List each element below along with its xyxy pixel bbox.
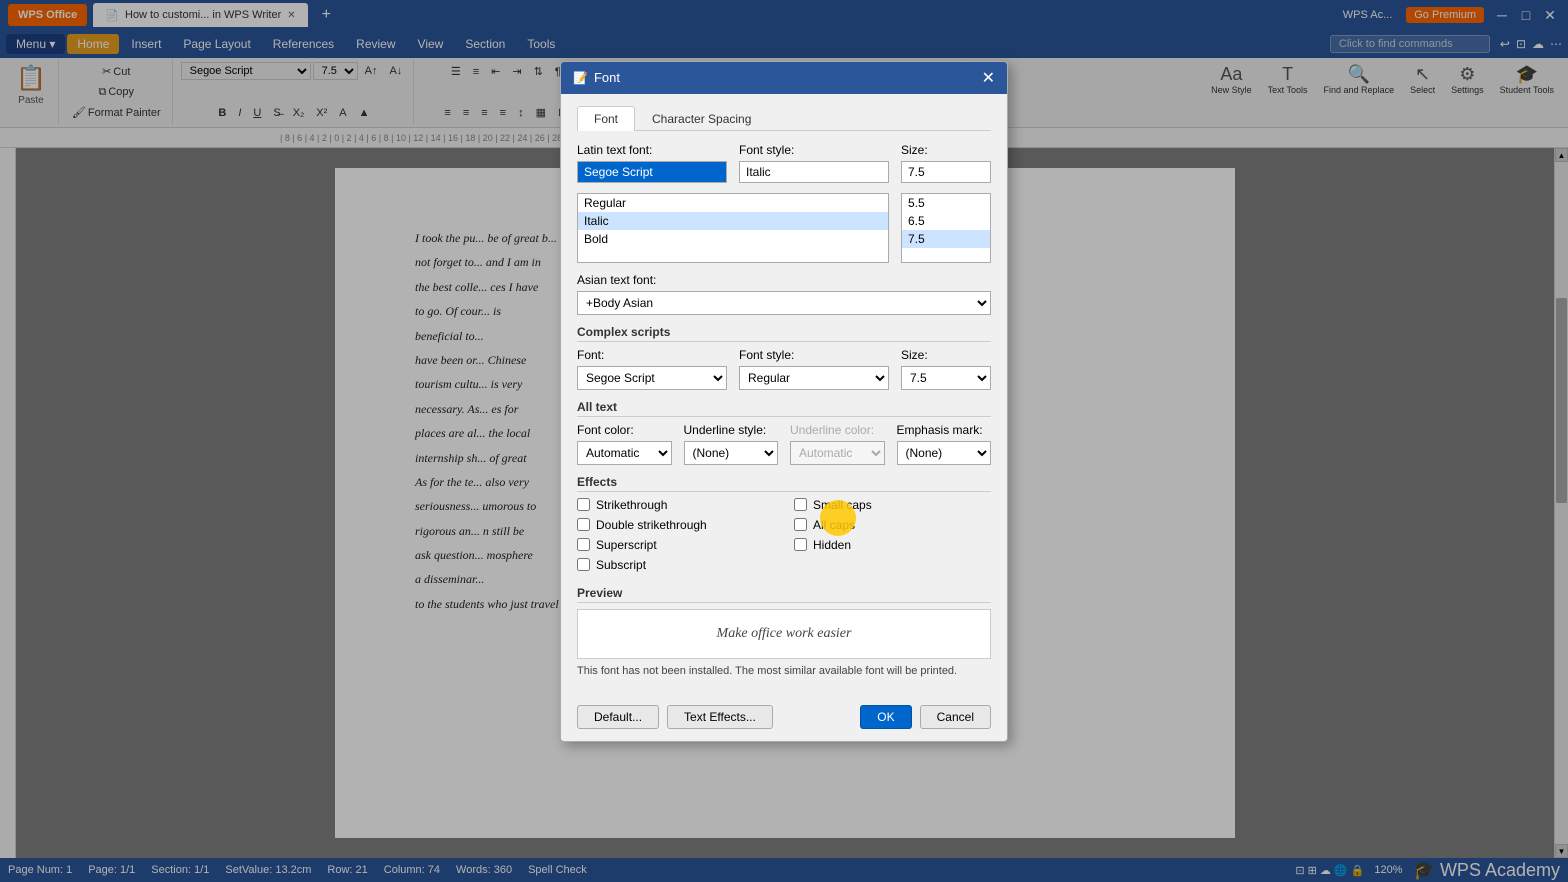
effects-col-right: Small caps All caps Hidden: [794, 498, 991, 578]
size-6-5[interactable]: 6.5: [902, 212, 990, 230]
tab-character-spacing[interactable]: Character Spacing: [635, 106, 768, 131]
font-style-listbox[interactable]: Regular Italic Bold: [577, 193, 889, 263]
font-color-label: Font color:: [577, 423, 672, 437]
double-strikethrough-label: Double strikethrough: [596, 518, 707, 532]
complex-font-select[interactable]: Segoe Script: [577, 366, 727, 390]
latin-font-input[interactable]: [577, 161, 727, 183]
double-strikethrough-checkbox[interactable]: [577, 518, 590, 531]
effects-grid: Strikethrough Double strikethrough Super…: [577, 498, 991, 578]
all-caps-checkbox[interactable]: [794, 518, 807, 531]
style-italic[interactable]: Italic: [578, 212, 888, 230]
superscript-label: Superscript: [596, 538, 657, 552]
font-color-col: Font color: Automatic: [577, 423, 672, 465]
strikethrough-label: Strikethrough: [596, 498, 667, 512]
subscript-row: Subscript: [577, 558, 774, 572]
complex-font-label: Font:: [577, 348, 727, 362]
dialog-overlay: 📝 Font ✕ Font Character Spacing Latin te…: [0, 0, 1568, 882]
effects-col-left: Strikethrough Double strikethrough Super…: [577, 498, 774, 578]
preview-label: Preview: [577, 586, 991, 603]
latin-font-col: Latin text font:: [577, 143, 727, 183]
asian-font-select[interactable]: +Body Asian: [577, 291, 991, 315]
style-regular[interactable]: Regular: [578, 194, 888, 212]
underline-color-select[interactable]: Automatic: [790, 441, 885, 465]
complex-font-col: Font: Segoe Script: [577, 348, 727, 390]
preview-text: Make office work easier: [717, 626, 852, 642]
strikethrough-checkbox[interactable]: [577, 498, 590, 511]
small-caps-checkbox[interactable]: [794, 498, 807, 511]
subscript-label: Subscript: [596, 558, 646, 572]
underline-style-label: Underline style:: [684, 423, 779, 437]
font-color-select[interactable]: Automatic: [577, 441, 672, 465]
text-effects-button[interactable]: Text Effects...: [667, 705, 773, 729]
small-caps-row: Small caps: [794, 498, 991, 512]
strikethrough-row: Strikethrough: [577, 498, 774, 512]
latin-font-row: Latin text font: Font style: Size:: [577, 143, 991, 183]
footer-left-buttons: Default... Text Effects...: [577, 705, 773, 729]
subscript-checkbox[interactable]: [577, 558, 590, 571]
complex-size-col: Size: 7.5: [901, 348, 991, 390]
font-note: This font has not been installed. The mo…: [577, 665, 991, 677]
emphasis-mark-label: Emphasis mark:: [897, 423, 992, 437]
latin-font-label: Latin text font:: [577, 143, 727, 157]
font-style-input[interactable]: [739, 161, 889, 183]
double-strikethrough-row: Double strikethrough: [577, 518, 774, 532]
asian-font-label: Asian text font:: [577, 273, 991, 287]
complex-scripts-row: Font: Segoe Script Font style: Regular S…: [577, 348, 991, 390]
font-size-col: Size:: [901, 143, 991, 183]
all-text-row: Font color: Automatic Underline style: (…: [577, 423, 991, 465]
emphasis-mark-select[interactable]: (None): [897, 441, 992, 465]
underline-color-label: Underline color:: [790, 423, 885, 437]
style-list-col: Regular Italic Bold: [577, 193, 889, 263]
complex-scripts-label: Complex scripts: [577, 325, 991, 342]
cancel-button[interactable]: Cancel: [920, 705, 991, 729]
effects-label: Effects: [577, 475, 991, 492]
underline-style-col: Underline style: (None): [684, 423, 779, 465]
all-text-label: All text: [577, 400, 991, 417]
dialog-body: Font Character Spacing Latin text font: …: [561, 94, 1007, 697]
complex-size-label: Size:: [901, 348, 991, 362]
superscript-checkbox[interactable]: [577, 538, 590, 551]
asian-font-col: Asian text font: +Body Asian: [577, 273, 991, 315]
font-size-listbox[interactable]: 5.5 6.5 7.5: [901, 193, 991, 263]
style-bold[interactable]: Bold: [578, 230, 888, 248]
style-size-listboxes: Regular Italic Bold 5.5 6.5 7.5: [577, 193, 991, 263]
asian-font-row: Asian text font: +Body Asian: [577, 273, 991, 315]
hidden-row: Hidden: [794, 538, 991, 552]
size-list-col: 5.5 6.5 7.5: [901, 193, 991, 263]
complex-style-select[interactable]: Regular: [739, 366, 889, 390]
dialog-close-button[interactable]: ✕: [982, 68, 995, 88]
font-size-input[interactable]: [901, 161, 991, 183]
small-caps-label: Small caps: [813, 498, 872, 512]
hidden-label: Hidden: [813, 538, 851, 552]
underline-color-col: Underline color: Automatic: [790, 423, 885, 465]
complex-size-select[interactable]: 7.5: [901, 366, 991, 390]
emphasis-col: Emphasis mark: (None): [897, 423, 992, 465]
superscript-row: Superscript: [577, 538, 774, 552]
font-style-col: Font style:: [739, 143, 889, 183]
ok-button[interactable]: OK: [860, 705, 911, 729]
complex-style-col: Font style: Regular: [739, 348, 889, 390]
all-caps-label: All caps: [813, 518, 855, 532]
complex-style-label: Font style:: [739, 348, 889, 362]
footer-right-buttons: OK Cancel: [860, 705, 991, 729]
tab-font[interactable]: Font: [577, 106, 635, 131]
dialog-tabs: Font Character Spacing: [577, 106, 991, 131]
font-style-label: Font style:: [739, 143, 889, 157]
dialog-footer: Default... Text Effects... OK Cancel: [561, 697, 1007, 741]
size-7-5[interactable]: 7.5: [902, 230, 990, 248]
all-caps-row: All caps: [794, 518, 991, 532]
preview-box: Make office work easier: [577, 609, 991, 659]
dialog-title: Font: [594, 70, 620, 85]
font-dialog: 📝 Font ✕ Font Character Spacing Latin te…: [560, 61, 1008, 742]
underline-style-select[interactable]: (None): [684, 441, 779, 465]
font-size-label: Size:: [901, 143, 991, 157]
dialog-logo-icon: 📝: [573, 71, 588, 85]
dialog-title-bar: 📝 Font ✕: [561, 62, 1007, 94]
hidden-checkbox[interactable]: [794, 538, 807, 551]
default-button[interactable]: Default...: [577, 705, 659, 729]
size-5-5[interactable]: 5.5: [902, 194, 990, 212]
